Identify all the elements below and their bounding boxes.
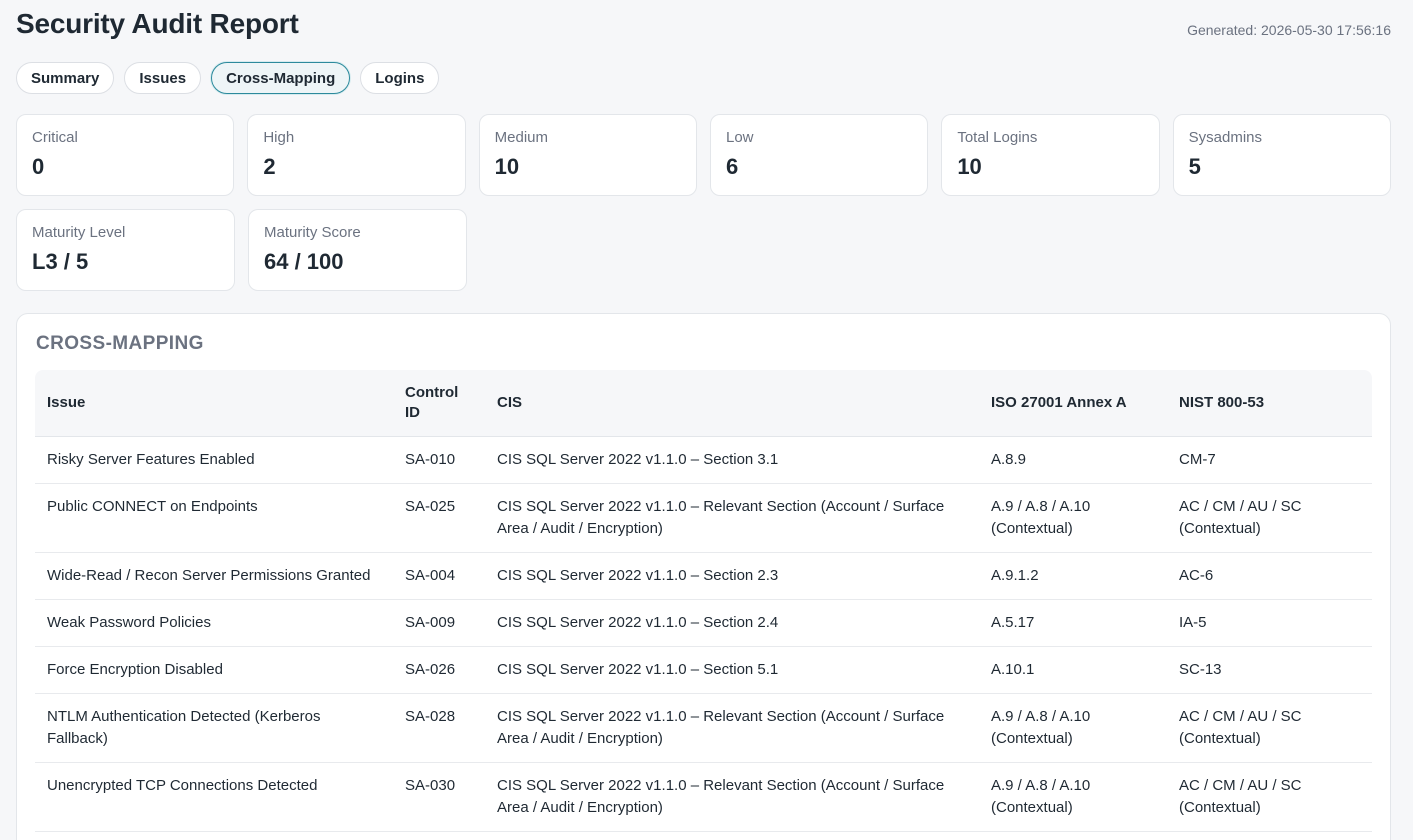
cell-cis: CIS SQL Server 2022 v1.1.0 – Relevant Se… — [485, 483, 979, 553]
cell-control-id: SA-026 — [393, 646, 485, 694]
table-row: Force Encryption Disabled SA-026 CIS SQL… — [35, 646, 1372, 694]
table-row: Weak Password Policies SA-009 CIS SQL Se… — [35, 599, 1372, 647]
table-row: NTLM Authentication Detected (Kerberos F… — [35, 693, 1372, 763]
cell-issue: NTLM Authentication Detected (Kerberos F… — [35, 693, 393, 763]
stat-card-value: 64 / 100 — [264, 249, 344, 274]
cell-control-id: SA-030 — [393, 762, 485, 832]
column-header-control-id: Control ID — [393, 370, 485, 437]
tab-summary[interactable]: Summary — [16, 62, 115, 94]
cell-nist: SC-13 — [1167, 646, 1372, 694]
tab-logins[interactable]: Logins — [360, 62, 440, 94]
cell-iso: A.5.17 — [979, 599, 1167, 647]
cell-cis: CIS SQL Server 2022 v1.1.0 – Section 5.1 — [485, 646, 979, 694]
table-row: Unencrypted TCP Connections Detected SA-… — [35, 762, 1372, 832]
cross-mapping-table: Issue Control ID CIS ISO 27001 Annex A N… — [35, 370, 1372, 832]
tab-issues[interactable]: Issues — [124, 62, 202, 94]
stat-card-sysadmins: Sysadmins 5 — [1172, 114, 1391, 196]
cell-nist: AC-6 — [1167, 552, 1372, 600]
cell-nist: IA-5 — [1167, 599, 1372, 647]
cross-mapping-panel: CROSS-MAPPING Issue Control ID CIS ISO 2… — [16, 313, 1391, 840]
stat-card-value: 10 — [957, 154, 982, 179]
cell-cis: CIS SQL Server 2022 v1.1.0 – Relevant Se… — [485, 762, 979, 832]
cell-nist: AC / CM / AU / SC (Contextual) — [1167, 483, 1372, 553]
cell-iso: A.8.9 — [979, 436, 1167, 484]
stat-cards: Critical 0 High 2 Medium 10 Low 6 Total … — [16, 114, 1391, 304]
stat-card-label: Sysadmins — [1188, 129, 1262, 146]
cell-nist: AC / CM / AU / SC (Contextual) — [1167, 762, 1372, 832]
cell-control-id: SA-010 — [393, 436, 485, 484]
stat-card-row: Critical 0 High 2 Medium 10 Low 6 Total … — [16, 114, 1391, 196]
stat-card-critical: Critical 0 — [16, 114, 235, 196]
stat-card-total-logins: Total Logins 10 — [941, 114, 1160, 196]
stat-card-label: Critical — [32, 129, 78, 146]
column-header-iso: ISO 27001 Annex A — [979, 370, 1167, 437]
cell-issue: Wide-Read / Recon Server Permissions Gra… — [35, 552, 393, 600]
cell-iso: A.9.1.2 — [979, 552, 1167, 600]
stat-card-label: Low — [725, 129, 754, 146]
panel-title: CROSS-MAPPING — [36, 333, 204, 354]
cell-control-id: SA-004 — [393, 552, 485, 600]
stat-card-low: Low 6 — [709, 114, 929, 196]
cell-iso: A.9 / A.8 / A.10 (Contextual) — [979, 693, 1167, 763]
cell-nist: CM-7 — [1167, 436, 1372, 484]
stat-card-medium: Medium 10 — [478, 114, 697, 196]
cell-iso: A.10.1 — [979, 646, 1167, 694]
table-row: Public CONNECT on Endpoints SA-025 CIS S… — [35, 483, 1372, 553]
stat-card-label: Maturity Level — [32, 224, 126, 241]
stat-card-value: 10 — [494, 154, 520, 179]
table-row: Risky Server Features Enabled SA-010 CIS… — [35, 436, 1372, 484]
stat-card-label: Total Logins — [957, 129, 1038, 146]
column-header-issue: Issue — [35, 370, 393, 437]
page-title: Security Audit Report — [16, 8, 299, 39]
cell-issue: Public CONNECT on Endpoints — [35, 483, 393, 553]
cell-issue: Weak Password Policies — [35, 599, 393, 647]
stat-card-label: High — [263, 129, 295, 146]
stat-card-value: 0 — [32, 154, 45, 179]
tab-bar: Summary Issues Cross-Mapping Logins — [16, 62, 440, 94]
cell-nist: AC / CM / AU / SC (Contextual) — [1167, 693, 1372, 763]
stat-card-maturity-level: Maturity Level L3 / 5 — [16, 209, 235, 291]
stat-card-value: 2 — [263, 154, 276, 179]
cell-cis: CIS SQL Server 2022 v1.1.0 – Section 3.1 — [485, 436, 979, 484]
report-page: Security Audit Report Generated: 2026-05… — [0, 0, 1413, 840]
stat-card-label: Medium — [494, 129, 549, 146]
stat-card-label: Maturity Score — [264, 224, 361, 241]
generated-timestamp: Generated: 2026-05-30 17:56:16 — [1187, 22, 1391, 38]
cell-cis: CIS SQL Server 2022 v1.1.0 – Relevant Se… — [485, 693, 979, 763]
stat-card-value: 6 — [725, 154, 739, 179]
cell-iso: A.9 / A.8 / A.10 (Contextual) — [979, 762, 1167, 832]
table-header-row: Issue Control ID CIS ISO 27001 Annex A N… — [35, 370, 1372, 437]
cell-issue: Risky Server Features Enabled — [35, 436, 393, 484]
cell-control-id: SA-009 — [393, 599, 485, 647]
cell-issue: Force Encryption Disabled — [35, 646, 393, 694]
cell-cis: CIS SQL Server 2022 v1.1.0 – Section 2.3 — [485, 552, 979, 600]
stat-card-maturity-score: Maturity Score 64 / 100 — [248, 209, 467, 291]
stat-card-value: L3 / 5 — [32, 249, 89, 274]
cell-control-id: SA-028 — [393, 693, 485, 763]
column-header-cis: CIS — [485, 370, 979, 437]
cell-cis: CIS SQL Server 2022 v1.1.0 – Section 2.4 — [485, 599, 979, 647]
cell-issue: Unencrypted TCP Connections Detected — [35, 762, 393, 832]
column-header-nist: NIST 800-53 — [1167, 370, 1372, 437]
stat-card-high: High 2 — [247, 114, 466, 196]
report-header: Security Audit Report Generated: 2026-05… — [16, 8, 1391, 44]
table-row: Wide-Read / Recon Server Permissions Gra… — [35, 552, 1372, 600]
stat-card-row: Maturity Level L3 / 5 Maturity Score 64 … — [16, 209, 1391, 291]
tab-cross-mapping[interactable]: Cross-Mapping — [211, 62, 351, 94]
cell-control-id: SA-025 — [393, 483, 485, 553]
stat-card-value: 5 — [1188, 154, 1201, 179]
cell-iso: A.9 / A.8 / A.10 (Contextual) — [979, 483, 1167, 553]
